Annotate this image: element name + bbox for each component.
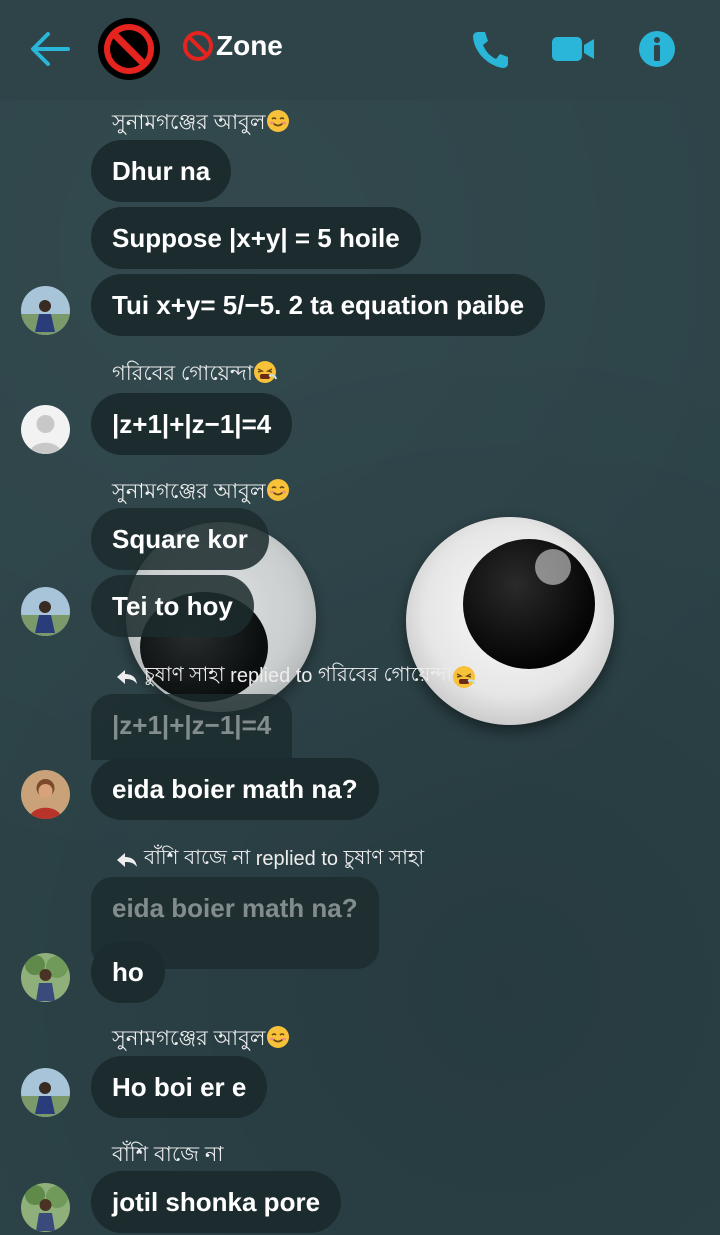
- avatar[interactable]: [21, 770, 70, 819]
- avatar[interactable]: [21, 405, 70, 454]
- message-bubble[interactable]: Dhur na: [91, 140, 232, 202]
- reply-arrow-icon: [117, 852, 137, 867]
- back-arrow-icon[interactable]: [28, 30, 70, 68]
- sender-name: সুনামগঞ্জের আবুল: [112, 475, 290, 510]
- sender-name: বাঁশি বাজে না: [112, 1143, 224, 1166]
- message-bubble[interactable]: Square kor: [91, 508, 269, 570]
- smiling-face-icon: [266, 479, 289, 501]
- reply-arrow-icon: [117, 669, 137, 684]
- group-avatar[interactable]: [97, 17, 161, 81]
- avatar[interactable]: [21, 953, 70, 1002]
- smiling-face-icon: [266, 1026, 289, 1048]
- video-call-icon[interactable]: [550, 28, 596, 70]
- message-bubble[interactable]: Tui x+y= 5/−5. 2 ta equation paibe: [91, 274, 546, 336]
- avatar[interactable]: [21, 587, 70, 636]
- no-entry-icon: [183, 31, 213, 61]
- message-bubble[interactable]: ho: [91, 941, 165, 1003]
- chat-header: Zone: [0, 0, 720, 100]
- googly-eye-sticker: [406, 517, 614, 725]
- sender-name: গরিবের গোয়েন্দা: [112, 357, 277, 392]
- chat-title-text: Zone: [216, 30, 283, 61]
- message-bubble[interactable]: eida boier math na?: [91, 758, 379, 820]
- sender-name: সুনামগঞ্জের আবুল: [112, 1022, 290, 1057]
- message-bubble[interactable]: jotil shonka pore: [91, 1171, 342, 1233]
- chat-title[interactable]: Zone: [182, 30, 283, 62]
- tired-face-icon: [453, 665, 477, 688]
- quoted-message[interactable]: |z+1|+|z−1|=4: [91, 694, 293, 760]
- message-bubble[interactable]: Tei to hoy: [91, 575, 254, 637]
- message-bubble[interactable]: |z+1|+|z−1|=4: [91, 393, 293, 455]
- tired-face-icon: [253, 361, 277, 383]
- avatar[interactable]: [21, 1068, 70, 1117]
- reply-indicator: বাঁশি বাজে না replied to চুষাণ সাহা: [116, 843, 424, 876]
- avatar[interactable]: [21, 1183, 70, 1232]
- message-bubble[interactable]: Ho boi er e: [91, 1056, 268, 1118]
- smiling-face-icon: [266, 110, 289, 132]
- sender-name: সুনামগঞ্জের আবুল: [112, 106, 290, 141]
- info-icon[interactable]: [637, 28, 677, 70]
- message-bubble[interactable]: Suppose |x+y| = 5 hoile: [91, 207, 421, 269]
- phone-call-icon[interactable]: [470, 28, 510, 70]
- reply-indicator: চুষাণ সাহা replied to গরিবের গোয়েন্দা: [116, 660, 477, 693]
- avatar[interactable]: [21, 286, 70, 335]
